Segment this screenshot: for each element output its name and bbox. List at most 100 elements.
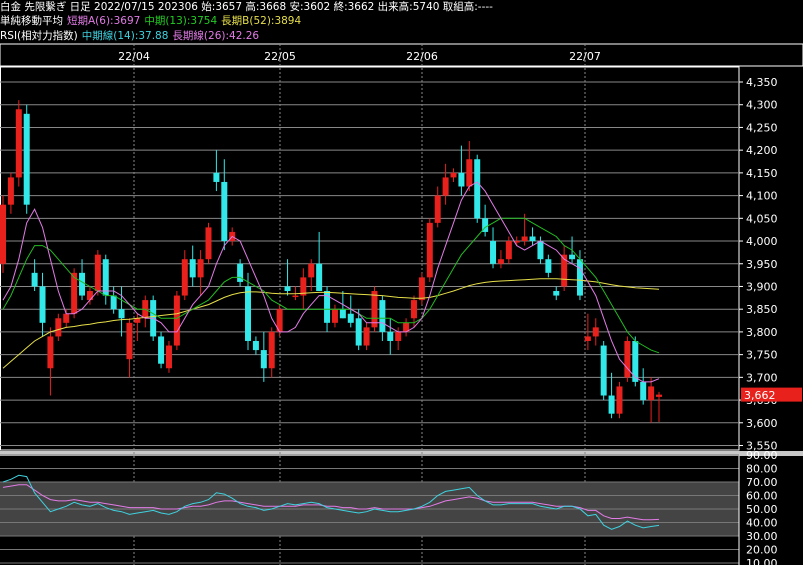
candle-down xyxy=(474,159,481,219)
candle-up xyxy=(648,386,655,401)
candle-up xyxy=(395,331,402,341)
rsi-tick-label: 90.00 xyxy=(746,449,778,462)
candle-down xyxy=(252,340,259,351)
moving-average-lines xyxy=(2,181,660,383)
candle-up xyxy=(466,159,473,187)
candle-down xyxy=(158,336,165,364)
candle-up xyxy=(371,291,378,328)
rsi-tick-label: 70.00 xyxy=(746,476,778,489)
price-tick-label: 3,750 xyxy=(746,349,778,362)
candle-up xyxy=(15,109,22,178)
candle-down xyxy=(537,241,544,260)
price-tick-label: 4,300 xyxy=(746,99,778,112)
candle-down xyxy=(632,340,639,382)
candle-up xyxy=(126,322,133,360)
candle-down xyxy=(569,254,576,260)
candle-down xyxy=(490,241,497,264)
price-tick-label: 3,950 xyxy=(746,258,778,271)
ma-short-line xyxy=(2,181,660,383)
candle-up xyxy=(173,295,180,346)
price-plot-frame xyxy=(0,66,740,451)
rsi-tick-label: 60.00 xyxy=(746,490,778,503)
candle-up xyxy=(584,336,591,341)
candle-down xyxy=(355,318,362,346)
candle-down xyxy=(79,272,86,296)
candle-up xyxy=(497,259,504,264)
candle-down xyxy=(284,286,291,292)
price-tick-label: 4,150 xyxy=(746,167,778,180)
candle-up xyxy=(434,195,441,223)
candle-up xyxy=(181,259,188,296)
price-grid xyxy=(0,81,739,446)
price-tick-label: 4,350 xyxy=(746,76,778,89)
candle-up xyxy=(410,300,417,319)
candle-down xyxy=(600,345,607,396)
candle-down xyxy=(387,331,394,341)
price-tick-label: 4,050 xyxy=(746,212,778,225)
current-price-tag: 3,662 xyxy=(741,387,802,402)
candlestick-series xyxy=(0,100,662,423)
candle-up xyxy=(47,336,54,369)
candle-down xyxy=(102,259,109,296)
rsi-tick-label: 80.00 xyxy=(746,463,778,476)
date-tick-label: 22/07 xyxy=(569,50,601,63)
candle-down xyxy=(339,309,346,319)
candle-up xyxy=(624,340,631,378)
candle-up xyxy=(521,236,528,242)
price-tag-label: 3,662 xyxy=(744,389,776,402)
price-tick-label: 3,900 xyxy=(746,280,778,293)
candle-up xyxy=(63,313,70,323)
candle-down xyxy=(529,236,536,242)
candle-up xyxy=(592,327,599,337)
candle-up xyxy=(268,331,275,369)
ma-mid-line xyxy=(2,217,660,354)
candle-down xyxy=(237,263,244,282)
candle-up xyxy=(426,222,433,278)
rsi-tick-label: 10.00 xyxy=(746,557,778,565)
candle-up xyxy=(363,327,370,346)
candle-down xyxy=(118,309,125,319)
price-tick-label: 3,800 xyxy=(746,326,778,339)
price-tick-label: 4,000 xyxy=(746,235,778,248)
candle-down xyxy=(245,286,252,341)
candle-down xyxy=(347,313,354,323)
candle-down xyxy=(110,295,117,310)
candle-down xyxy=(458,172,465,187)
price-tick-label: 3,850 xyxy=(746,303,778,316)
candle-up xyxy=(7,177,14,205)
rsi-grid xyxy=(0,454,740,565)
candle-down xyxy=(39,286,46,323)
candle-down xyxy=(23,113,30,205)
candle-up xyxy=(165,345,172,369)
rsi-tick-label: 20.00 xyxy=(746,544,778,557)
candle-up xyxy=(450,172,457,178)
candle-down xyxy=(189,259,196,278)
price-tick-label: 4,100 xyxy=(746,190,778,203)
candle-down xyxy=(608,395,615,414)
candle-up xyxy=(505,241,512,260)
date-tick-label: 22/06 xyxy=(406,50,438,63)
candle-down xyxy=(553,291,560,296)
candle-up xyxy=(331,309,338,323)
candle-up xyxy=(616,386,623,414)
candle-down xyxy=(316,263,323,292)
rsi-axis: 90.0080.0070.0060.0050.0040.0030.0020.00… xyxy=(746,449,778,565)
rsi-tick-label: 50.00 xyxy=(746,503,778,516)
rsi-tick-label: 40.00 xyxy=(746,517,778,530)
candle-down xyxy=(545,259,552,273)
date-tick-label: 22/05 xyxy=(264,50,296,63)
price-chart[interactable]: 22/04 22/05 22/06 22/07 4,350 4,300 4,250 4,20… xyxy=(0,0,803,565)
candle-down xyxy=(213,172,220,182)
candle-down xyxy=(576,259,583,296)
candle-up xyxy=(86,291,93,301)
candle-down xyxy=(260,350,267,369)
price-tick-label: 3,700 xyxy=(746,371,778,384)
candle-up xyxy=(308,263,315,278)
rsi-tick-label: 30.00 xyxy=(746,530,778,543)
candle-down xyxy=(31,272,38,287)
price-tick-label: 3,600 xyxy=(746,417,778,430)
candle-up xyxy=(94,254,101,292)
candle-down xyxy=(640,381,647,401)
candle-down xyxy=(379,300,386,332)
price-tick-label: 4,200 xyxy=(746,144,778,157)
